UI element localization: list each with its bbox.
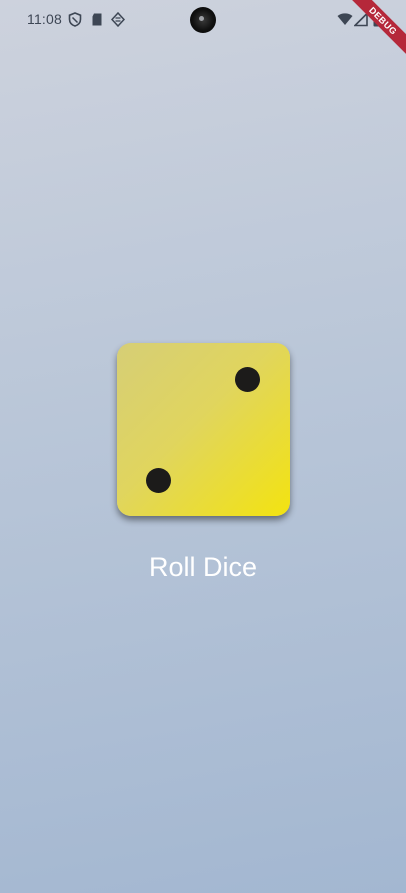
sd-card-icon [90,12,104,27]
dice-pip [146,468,171,493]
roll-dice-button[interactable]: Roll Dice [128,545,278,589]
status-time: 11:08 [27,11,62,27]
status-bar: 11:08 DEBUG [0,0,406,58]
debug-banner: DEBUG [346,0,406,60]
front-camera [190,7,216,33]
shield-icon [68,12,82,27]
debug-banner-label: DEBUG [346,0,406,58]
dice-face[interactable] [117,343,290,516]
cast-icon [110,11,126,28]
dice-pip [235,367,260,392]
